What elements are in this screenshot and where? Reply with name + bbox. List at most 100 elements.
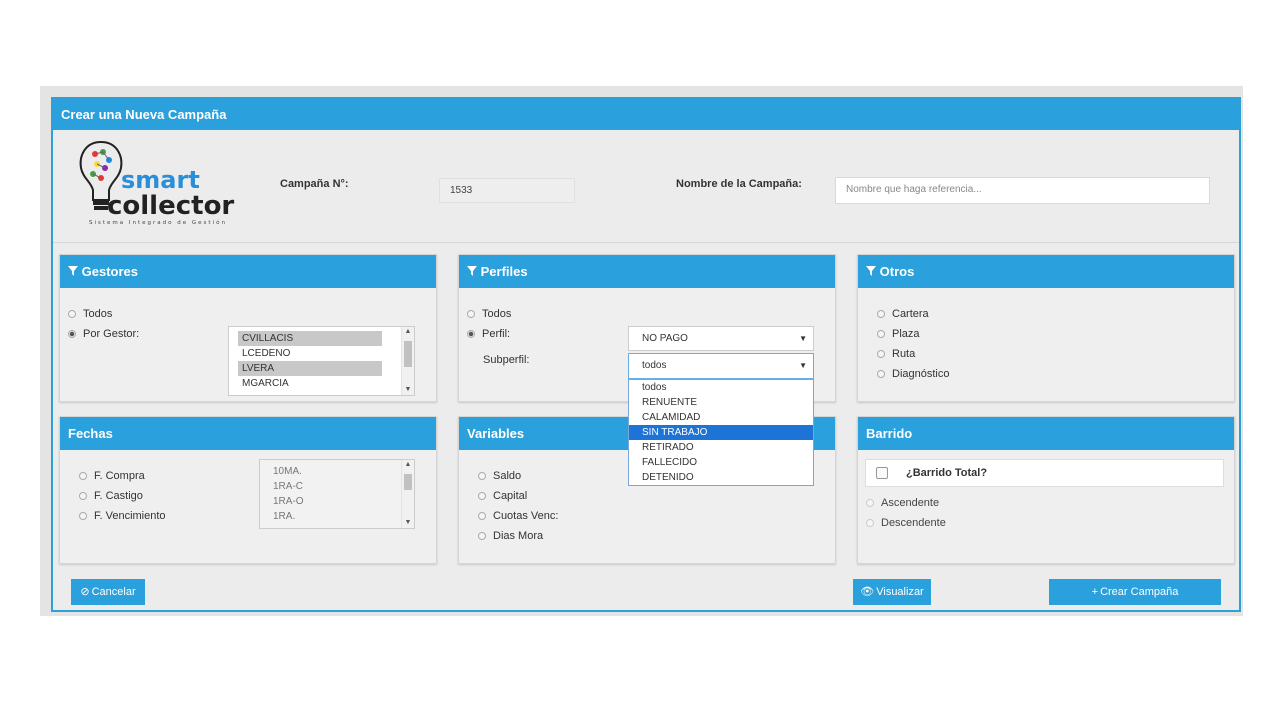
barrido-title: Barrido bbox=[858, 417, 1234, 450]
logo-word-smart: smart bbox=[121, 166, 200, 194]
variables-radio-capital[interactable]: Capital bbox=[478, 490, 527, 502]
radio-button[interactable] bbox=[68, 310, 76, 318]
dropdown-option[interactable]: RETIRADO bbox=[629, 440, 813, 455]
create-campaign-button-label: Crear Campaña bbox=[1100, 586, 1179, 598]
gestores-listbox[interactable]: CVILLACIS LCEDENO LVERA MGARCIA ▲ ▼ bbox=[228, 326, 415, 396]
variables-radio-saldo[interactable]: Saldo bbox=[478, 470, 521, 482]
logo-word-collector: collector bbox=[107, 191, 234, 221]
perfiles-radio-all[interactable]: Todos bbox=[467, 308, 511, 320]
gestores-radio-all[interactable]: Todos bbox=[68, 308, 112, 320]
barrido-radio-descendente[interactable]: Descendente bbox=[866, 517, 946, 529]
radio-button[interactable] bbox=[866, 499, 874, 507]
campaign-number-label: Campaña N°: bbox=[280, 178, 349, 190]
list-option: 1RA-O bbox=[273, 496, 304, 507]
otros-radio-plaza[interactable]: Plaza bbox=[877, 328, 920, 340]
otros-panel-header: Otros bbox=[858, 255, 1234, 288]
list-option[interactable]: LVERA bbox=[238, 361, 382, 376]
list-option: 1RA-C bbox=[273, 481, 304, 492]
list-option[interactable]: LCEDENO bbox=[238, 346, 382, 361]
dropdown-option[interactable]: FALLECIDO bbox=[629, 455, 813, 470]
list-option: 1RA. bbox=[273, 511, 296, 522]
perfiles-title: Perfiles bbox=[480, 264, 528, 279]
fechas-radio-vencimiento[interactable]: F. Vencimiento bbox=[79, 510, 166, 522]
preview-button[interactable]: 👁 Visualizar bbox=[853, 579, 931, 605]
dropdown-option[interactable]: CALAMIDAD bbox=[629, 410, 813, 425]
list-option[interactable]: MGARCIA bbox=[238, 376, 382, 391]
campaign-name-label: Nombre de la Campaña: bbox=[676, 178, 802, 190]
list-option[interactable]: CVILLACIS bbox=[238, 331, 382, 346]
barrido-total-row[interactable]: ¿Barrido Total? bbox=[865, 459, 1224, 487]
otros-radio-diagnostico[interactable]: Diagnóstico bbox=[877, 368, 949, 380]
scrollbar[interactable]: ▲ ▼ bbox=[401, 327, 414, 395]
list-option: 10MA. bbox=[273, 466, 302, 477]
scroll-down-icon: ▼ bbox=[404, 519, 412, 526]
scroll-down-icon[interactable]: ▼ bbox=[402, 385, 414, 395]
radio-button[interactable] bbox=[467, 310, 475, 318]
radio-label: Ruta bbox=[892, 348, 916, 360]
modal-title: Crear una Nueva Campaña bbox=[53, 99, 1239, 130]
variables-radio-dias-mora[interactable]: Dias Mora bbox=[478, 530, 543, 542]
radio-button[interactable] bbox=[877, 370, 885, 378]
radio-button[interactable] bbox=[478, 472, 486, 480]
create-campaign-button[interactable]: + Crear Campaña bbox=[1049, 579, 1221, 605]
radio-label: Todos bbox=[482, 308, 512, 320]
radio-button[interactable] bbox=[866, 519, 874, 527]
barrido-total-checkbox[interactable] bbox=[876, 467, 888, 479]
radio-button[interactable] bbox=[877, 350, 885, 358]
cancel-button[interactable]: ⊘ Cancelar bbox=[71, 579, 145, 605]
radio-button[interactable] bbox=[478, 512, 486, 520]
campaign-number-field: 1533 bbox=[439, 178, 575, 203]
perfil-select[interactable]: NO PAGO ▼ bbox=[628, 326, 814, 351]
fechas-listbox: 10MA. 1RA-C 1RA-O 1RA. ▲ ▼ bbox=[259, 459, 415, 529]
radio-label: Descendente bbox=[881, 517, 946, 529]
otros-radio-cartera[interactable]: Cartera bbox=[877, 308, 929, 320]
barrido-total-label: ¿Barrido Total? bbox=[906, 467, 988, 479]
radio-button[interactable] bbox=[467, 330, 475, 338]
scroll-up-icon[interactable]: ▲ bbox=[402, 327, 414, 337]
cancel-button-label: Cancelar bbox=[91, 586, 136, 598]
radio-button[interactable] bbox=[877, 330, 885, 338]
radio-label: Saldo bbox=[493, 470, 522, 482]
dropdown-option[interactable]: DETENIDO bbox=[629, 470, 813, 485]
otros-radio-ruta[interactable]: Ruta bbox=[877, 348, 915, 360]
subperfil-select[interactable]: todos ▼ bbox=[628, 353, 814, 379]
dropdown-option[interactable]: todos bbox=[629, 380, 813, 395]
radio-button[interactable] bbox=[877, 310, 885, 318]
perfiles-radio-perfil[interactable]: Perfil: bbox=[467, 328, 510, 340]
scrollbar: ▲ ▼ bbox=[401, 460, 414, 528]
dropdown-option[interactable]: RENUENTE bbox=[629, 395, 813, 410]
fechas-radio-compra[interactable]: F. Compra bbox=[79, 470, 145, 482]
campaign-name-input[interactable]: Nombre que haga referencia... bbox=[835, 177, 1210, 204]
caret-down-icon: ▼ bbox=[799, 361, 807, 370]
radio-button[interactable] bbox=[478, 492, 486, 500]
barrido-panel: Barrido bbox=[857, 416, 1235, 564]
plus-icon: + bbox=[1091, 586, 1099, 598]
otros-title: Otros bbox=[879, 264, 915, 279]
logo-tagline: Sistema Integrado de Gestión bbox=[89, 219, 227, 226]
radio-label: Cuotas Venc: bbox=[493, 510, 559, 522]
radio-button[interactable] bbox=[79, 512, 87, 520]
gestores-radio-by[interactable]: Por Gestor: bbox=[68, 328, 139, 340]
header-divider bbox=[53, 242, 1239, 243]
variables-radio-cuotas[interactable]: Cuotas Venc: bbox=[478, 510, 558, 522]
radio-label: F. Vencimiento bbox=[94, 510, 166, 522]
barrido-radio-ascendente[interactable]: Ascendente bbox=[866, 497, 939, 509]
gestores-title: Gestores bbox=[81, 264, 138, 279]
radio-button[interactable] bbox=[79, 472, 87, 480]
subperfil-dropdown-list[interactable]: todos RENUENTE CALAMIDAD SIN TRABAJO RET… bbox=[628, 379, 814, 486]
ban-icon: ⊘ bbox=[80, 586, 90, 598]
scrollbar-thumb[interactable] bbox=[404, 341, 412, 367]
smart-collector-logo: smart collector Sistema Integrado de Ges… bbox=[71, 138, 246, 228]
caret-down-icon: ▼ bbox=[799, 334, 807, 343]
perfil-select-value: NO PAGO bbox=[642, 333, 688, 344]
radio-button[interactable] bbox=[478, 532, 486, 540]
radio-button[interactable] bbox=[68, 330, 76, 338]
eye-icon: 👁 bbox=[860, 586, 875, 598]
dropdown-option-highlighted[interactable]: SIN TRABAJO bbox=[629, 425, 813, 440]
preview-button-label: Visualizar bbox=[876, 586, 924, 598]
perfiles-panel-header: Perfiles bbox=[459, 255, 835, 288]
filter-icon bbox=[68, 264, 82, 279]
radio-label: Perfil: bbox=[482, 328, 511, 340]
fechas-radio-castigo[interactable]: F. Castigo bbox=[79, 490, 143, 502]
radio-button[interactable] bbox=[79, 492, 87, 500]
